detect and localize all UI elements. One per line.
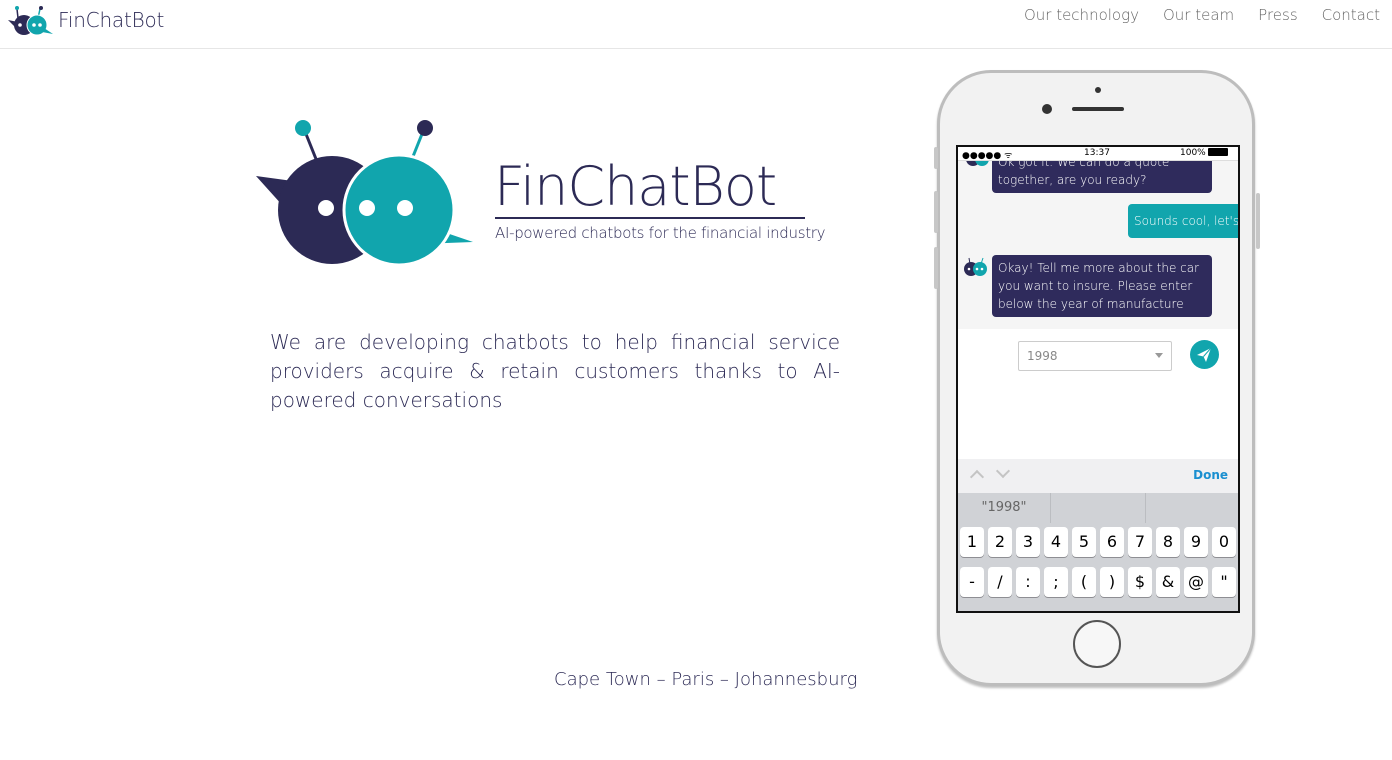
key[interactable]: 1 <box>960 527 984 557</box>
nav-link-our-technology[interactable]: Our technology <box>1024 6 1139 24</box>
keyboard-done-button[interactable]: Done <box>1193 468 1228 482</box>
brand-link[interactable]: FinChatBot <box>8 4 164 36</box>
key[interactable]: 7 <box>1128 527 1152 557</box>
chevron-down-icon[interactable] <box>995 463 1011 479</box>
send-button[interactable] <box>1190 340 1219 369</box>
hero-tagline: AI-powered chatbots for the financial in… <box>495 224 826 242</box>
key[interactable]: & <box>1156 567 1180 597</box>
battery-icon <box>1207 148 1228 156</box>
intro-text: We are developing chatbots to help finan… <box>270 330 840 412</box>
key[interactable]: 6 <box>1100 527 1124 557</box>
key[interactable]: 4 <box>1044 527 1068 557</box>
key[interactable]: ; <box>1044 567 1068 597</box>
phone-power-button <box>1256 193 1260 249</box>
brand-name: FinChatBot <box>58 8 165 32</box>
bot-avatar-icon <box>964 257 987 276</box>
status-bar: ●●●●● ᯤ 13:37 100% <box>958 147 1238 161</box>
phone-volume-down <box>934 247 938 289</box>
key[interactable]: $ <box>1128 567 1152 597</box>
key[interactable]: - <box>960 567 984 597</box>
key[interactable]: 5 <box>1072 527 1096 557</box>
key[interactable]: 2 <box>988 527 1012 557</box>
key[interactable]: ( <box>1072 567 1096 597</box>
chat-message-bot: Okay! Tell me more about the car you wan… <box>992 255 1212 317</box>
key[interactable]: 8 <box>1156 527 1180 557</box>
key[interactable]: / <box>988 567 1012 597</box>
key[interactable]: 3 <box>1016 527 1040 557</box>
hero-logo-icon <box>256 120 473 267</box>
chevron-down-icon <box>1155 353 1163 358</box>
suggestion-divider <box>1145 493 1146 523</box>
key[interactable]: 9 <box>1184 527 1208 557</box>
keyboard-suggestion[interactable]: "1998" <box>958 493 1051 523</box>
key[interactable]: : <box>1016 567 1040 597</box>
nav-link-contact[interactable]: Contact <box>1322 6 1380 24</box>
office-cities: Cape Town – Paris – Johannesburg <box>554 669 858 690</box>
phone-home-button <box>1073 620 1121 668</box>
nav-links: Our technology Our team Press Contact <box>1000 6 1380 24</box>
numeric-keyboard: 1 2 3 4 5 6 7 8 9 0 - / : ; ( ) $ & @ " <box>958 523 1238 611</box>
phone-mockup: ●●●●● ᯤ 13:37 100% Ok got it. We can do … <box>934 70 1260 686</box>
key[interactable]: " <box>1212 567 1236 597</box>
chevron-up-icon[interactable] <box>969 469 985 485</box>
keyboard-suggestion-bar: "1998" <box>958 493 1238 523</box>
phone-camera <box>1042 104 1052 114</box>
phone-mute-switch <box>934 147 938 169</box>
chat-input-row: 1998 <box>958 329 1238 459</box>
key[interactable]: 0 <box>1212 527 1236 557</box>
paper-plane-icon <box>1197 347 1212 362</box>
keyboard-toolbar: Done <box>958 459 1238 493</box>
battery-percent: 100% <box>1180 148 1206 158</box>
navbar: FinChatBot Our technology Our team Press… <box>0 0 1392 49</box>
phone-volume-up <box>934 191 938 233</box>
battery-indicator: 100% <box>1180 148 1228 158</box>
nav-link-our-team[interactable]: Our team <box>1163 6 1234 24</box>
signal-indicator: ●●●●● ᯤ <box>962 151 1013 161</box>
key[interactable]: ) <box>1100 567 1124 597</box>
chat-message-user: Sounds cool, let's do it <box>1128 204 1238 238</box>
status-time: 13:37 <box>1084 148 1110 158</box>
hero-title: FinChatBot <box>494 155 777 218</box>
hero-divider <box>495 217 805 219</box>
phone-speaker <box>1072 107 1124 111</box>
year-select-value: 1998 <box>1027 349 1058 363</box>
year-select[interactable]: 1998 <box>1018 341 1172 371</box>
nav-link-press[interactable]: Press <box>1258 6 1297 24</box>
key[interactable]: @ <box>1184 567 1208 597</box>
finchatbot-logo-icon <box>8 6 53 36</box>
phone-sensor <box>1095 87 1101 93</box>
phone-screen: ●●●●● ᯤ 13:37 100% Ok got it. We can do … <box>956 145 1240 613</box>
